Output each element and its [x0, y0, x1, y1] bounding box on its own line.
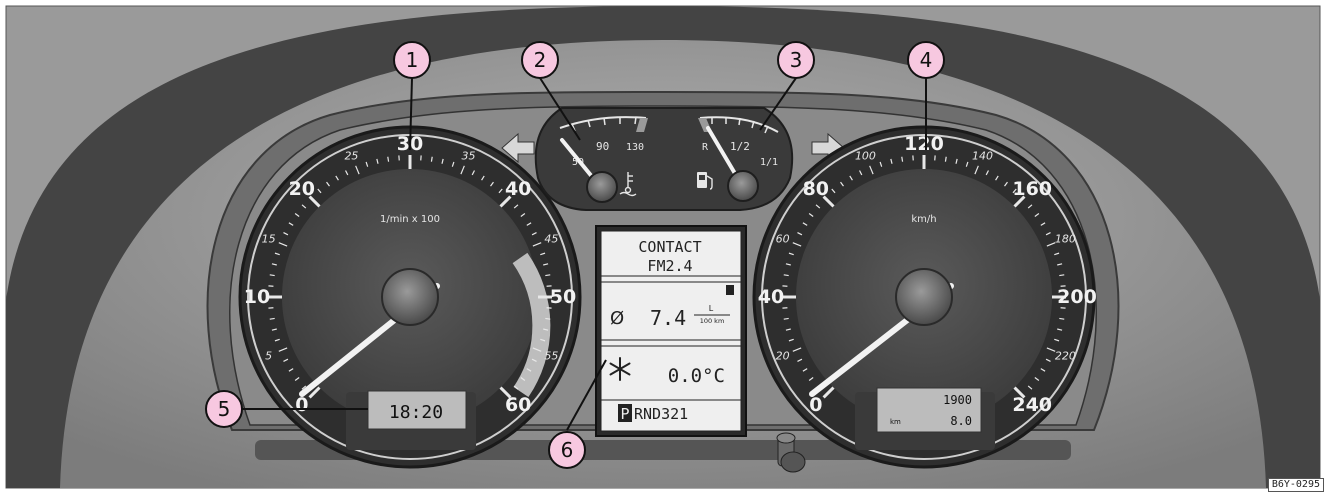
callout-number: 2 [534, 48, 547, 72]
coolant-label-high: 130 [626, 142, 644, 153]
tachometer-minor-label: 55 [544, 350, 558, 363]
speedometer-hub [895, 268, 953, 326]
tachometer-minor-label: 5 [265, 350, 272, 363]
tachometer-label: 60 [505, 394, 531, 416]
callout-number: 5 [218, 397, 231, 421]
speedometer-label: 200 [1057, 286, 1097, 308]
display-line-1: CONTACT [638, 238, 701, 256]
fuel-label-reserve: R [702, 142, 709, 153]
odometer-total: 1900 [943, 393, 972, 407]
consumption-symbol: Ø [610, 308, 624, 329]
display-line-2: FM2.4 [647, 257, 692, 275]
speedometer-tick [783, 274, 789, 277]
coolant-label-mid: 90 [596, 140, 609, 153]
tachometer-minor-label: 45 [544, 232, 558, 245]
tachometer-minor-label: 25 [344, 150, 358, 163]
speedometer-tick [1059, 274, 1065, 277]
tachometer-tick [545, 317, 551, 320]
tachometer-tick [269, 317, 275, 320]
speedometer-unit: km/h [911, 214, 936, 225]
callout-number: 4 [920, 48, 933, 72]
speedometer-tick [1059, 317, 1065, 320]
tachometer-label: 40 [505, 178, 531, 200]
callout-number: 3 [790, 48, 803, 72]
callout-number: 1 [406, 48, 419, 72]
speedometer-minor-label: 220 [1055, 350, 1076, 363]
tachometer-label: 10 [244, 286, 270, 308]
speedometer-tick [944, 156, 947, 162]
multifunction-display: CONTACT FM2.4 Ø 7.4 L 100 km 0.0°C P RND… [595, 225, 747, 437]
speedometer-minor-label: 20 [776, 350, 790, 363]
tachometer-tick [387, 156, 390, 162]
speedometer-label: 40 [758, 286, 784, 308]
consumption-unit-top: L [709, 304, 714, 313]
figure-reference: B6Y-0295 [1267, 478, 1324, 492]
speedometer-label: 120 [904, 133, 944, 155]
speedometer-minor-label: 60 [776, 232, 790, 245]
tachometer-unit: 1/min x 100 [380, 214, 440, 225]
fuel-label-full: 1/1 [760, 157, 778, 168]
tachometer-tick [545, 274, 551, 277]
speedometer-tick [901, 156, 904, 162]
clock-time: 18:20 [389, 402, 443, 423]
speedometer-minor-label: 100 [855, 150, 876, 163]
speedometer-minor-label: 180 [1055, 232, 1076, 245]
speedometer-tick [783, 317, 789, 320]
speedometer-minor-label: 140 [972, 150, 993, 163]
speedometer-label: 240 [1012, 394, 1052, 416]
tachometer-minor-label: 15 [262, 232, 276, 245]
speedometer: 0 40 80 120 160 200 240 20 60 100 140 180 220 km/h 1… [752, 125, 1097, 469]
callout-number: 6 [561, 438, 574, 462]
instrument-cluster-illustration: 010203040506051525 354555 1/min x 100 18:… [0, 0, 1326, 494]
tachometer-minor-label: 35 [462, 150, 476, 163]
tachometer: 010203040506051525 354555 1/min x 100 18:… [238, 125, 582, 469]
tachometer-tick [430, 156, 433, 162]
tachometer-label: 0 [295, 394, 308, 416]
speedometer-label: 160 [1012, 178, 1052, 200]
speedometer-label: 80 [803, 178, 829, 200]
odometer-trip: 8.0 [950, 414, 972, 428]
speedometer-label: 0 [809, 394, 822, 416]
tachometer-label: 50 [550, 286, 576, 308]
tachometer-label: 20 [289, 178, 315, 200]
gear-selected: P [620, 405, 629, 423]
consumption-unit-bottom: 100 km [700, 317, 725, 325]
info-indicator-icon [726, 285, 734, 295]
odometer-unit: km [890, 418, 901, 426]
outside-temperature: 0.0°C [668, 365, 725, 387]
tachometer-hub [381, 268, 439, 326]
fuel-label-half: 1/2 [730, 140, 750, 153]
consumption-value: 7.4 [650, 306, 686, 330]
tachometer-tick [269, 274, 275, 277]
gear-indicator: RND321 [634, 405, 688, 423]
